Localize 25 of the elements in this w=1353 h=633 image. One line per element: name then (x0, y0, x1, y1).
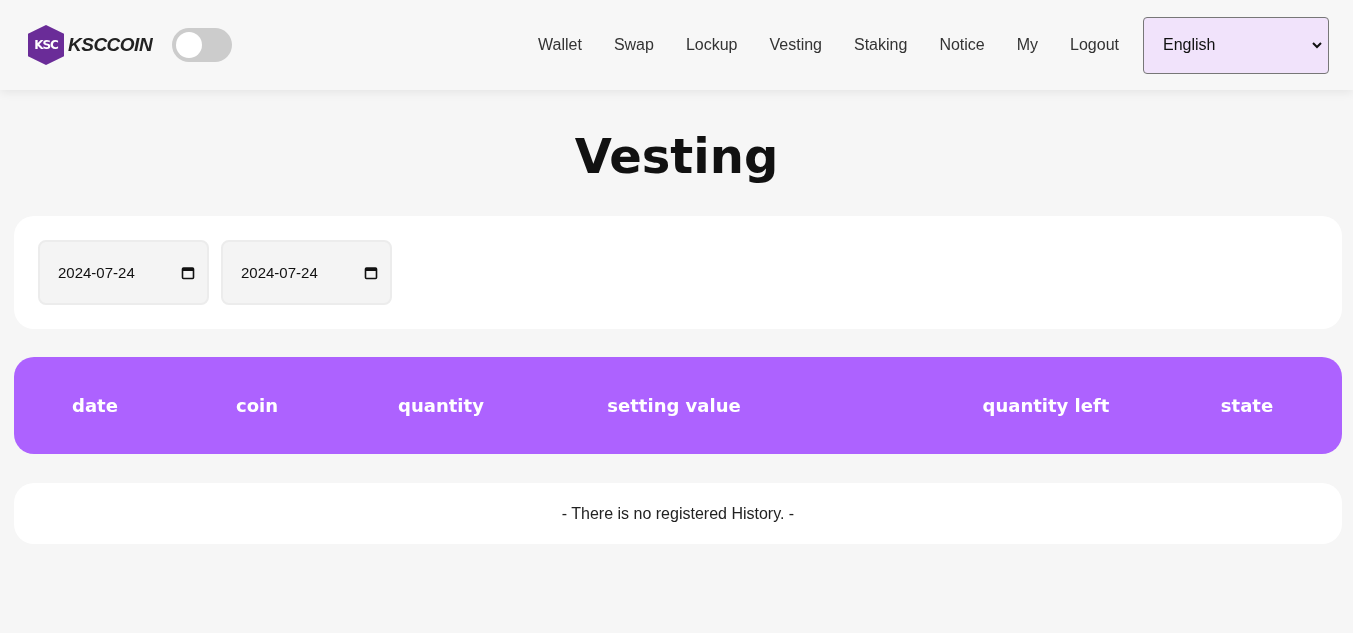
date-field[interactable]: 2024-07-24 (38, 240, 209, 305)
column-header: quantity (397, 395, 485, 416)
column-header: date (71, 395, 119, 416)
column-header: state (1219, 395, 1275, 416)
column-header: coin (235, 395, 279, 416)
calendar-icon[interactable] (364, 265, 378, 280)
date-field[interactable]: 2024-07-24 (221, 240, 392, 305)
calendar-icon[interactable] (181, 265, 195, 280)
empty-message: - There is no registered History. - (561, 504, 795, 523)
nav-link[interactable]: Logout (1070, 36, 1119, 54)
column-header: quantity left (981, 395, 1111, 416)
chevron-icon (1312, 41, 1322, 49)
language-select[interactable]: English (1143, 16, 1329, 74)
nav-link[interactable]: Vesting (769, 36, 822, 54)
nav-link[interactable]: Notice (939, 36, 985, 54)
theme-toggle[interactable] (172, 28, 233, 62)
page-title: Vesting (573, 128, 780, 184)
nav-link[interactable]: Staking (854, 36, 908, 54)
nav-link[interactable]: Wallet (538, 36, 582, 54)
logo-text: KSCCOIN (68, 34, 153, 56)
nav-link[interactable]: Swap (613, 36, 654, 54)
logo-mark: KSC (28, 25, 64, 65)
nav-link[interactable]: Lockup (685, 36, 738, 54)
nav-link[interactable]: My (1016, 36, 1039, 54)
column-header: setting value (606, 395, 742, 416)
